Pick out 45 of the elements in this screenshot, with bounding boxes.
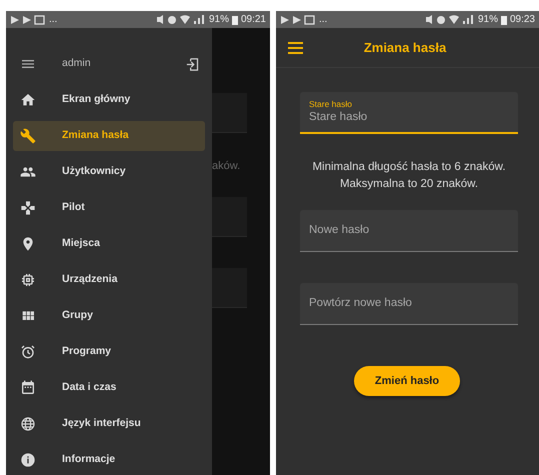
menu-icon[interactable]: [288, 42, 303, 54]
hint-text: Minimalna długość hasła to 6 znaków. Maksymalna to 20 znaków.: [311, 160, 507, 192]
battery-icon: [232, 14, 238, 24]
logout-icon[interactable]: [185, 56, 200, 72]
more-notifications: ...: [49, 13, 58, 27]
info-icon: [20, 452, 36, 468]
status-icons: [156, 14, 206, 25]
gamepad-icon: [20, 200, 36, 216]
drawer-item[interactable]: Pilot: [6, 190, 212, 226]
drawer-item[interactable]: Miejsca: [6, 226, 212, 262]
status-time: 09:21: [240, 13, 266, 27]
battery-level: 91%: [208, 13, 229, 27]
text-field[interactable]: Powtórz nowe hasło: [300, 283, 518, 325]
wrench-icon: [20, 128, 36, 144]
calendar-icon: [20, 380, 36, 396]
battery-level: 91%: [478, 13, 498, 27]
drawer-item[interactable]: Urządzenia: [6, 262, 212, 298]
globe-icon: [20, 416, 36, 432]
drawer-item[interactable]: Programy: [6, 334, 212, 370]
alarm-clock-icon: [20, 344, 36, 360]
text-field[interactable]: Nowe hasło: [300, 210, 518, 252]
drawer-item[interactable]: Ekran główny: [6, 82, 212, 118]
text-field[interactable]: Stare hasło Stare hasło: [300, 92, 518, 134]
status-icons: [424, 14, 475, 25]
home-icon: [20, 92, 36, 108]
hint-text: aków.: [212, 159, 242, 173]
input-field[interactable]: Powtórz nowe hasło: [309, 294, 509, 312]
battery-icon: [500, 14, 507, 24]
input-field[interactable]: Nowe hasło: [309, 222, 509, 240]
drawer-item[interactable]: Język interfejsu: [6, 406, 212, 442]
drawer-item[interactable]: Data i czas: [6, 370, 212, 406]
floating-label: Stare hasło: [309, 98, 353, 109]
chip-icon: [20, 272, 36, 288]
drawer-item[interactable]: Informacje: [6, 442, 212, 475]
notification-icons: [10, 14, 46, 24]
notification-icons: [280, 14, 316, 24]
drawer-item[interactable]: Zmiana hasła: [13, 121, 205, 151]
drawer-item[interactable]: Użytkownicy: [6, 154, 212, 190]
more-notifications: ...: [319, 13, 328, 27]
drawer-item[interactable]: Grupy: [6, 298, 212, 334]
change-password-button[interactable]: Zmień hasło: [354, 366, 460, 396]
user-name: admin: [62, 56, 91, 72]
input-field[interactable]: Stare hasło: [309, 108, 509, 126]
screen-title: Zmiana hasła: [362, 38, 448, 57]
status-time: 09:23: [510, 13, 535, 27]
